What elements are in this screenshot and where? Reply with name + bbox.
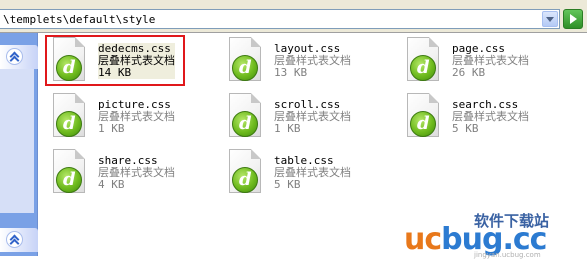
file-item[interactable]: picture.css 层叠样式表文档 1 KB (50, 93, 190, 143)
dreamweaver-css-file-icon (226, 37, 266, 85)
file-item[interactable]: search.css 层叠样式表文档 5 KB (404, 93, 544, 143)
dreamweaver-css-file-icon (404, 93, 444, 141)
selection-highlight (45, 35, 185, 86)
file-item[interactable]: page.css 层叠样式表文档 26 KB (404, 37, 544, 87)
go-arrow-icon[interactable] (563, 9, 583, 29)
watermark-brand-part1: uc (404, 222, 442, 257)
dreamweaver-css-file-icon (226, 149, 266, 197)
dreamweaver-css-file-icon (404, 37, 444, 85)
file-size: 26 KB (452, 66, 486, 79)
address-bar-container: \templets\default\style (0, 0, 587, 33)
task-pane (0, 33, 38, 256)
chevron-down-icon[interactable] (542, 11, 558, 27)
dreamweaver-css-file-icon (226, 93, 266, 141)
task-pane-body (0, 69, 34, 213)
watermark-domain: jingyan.ucbug.com (474, 251, 541, 259)
file-item[interactable]: share.css 层叠样式表文档 4 KB (50, 149, 190, 199)
task-pane-header[interactable] (0, 45, 38, 69)
double-chevron-up-icon[interactable] (6, 48, 23, 65)
watermark-logo: 软件下载站 ucbug.cc jingyan.ucbug.com (404, 208, 584, 259)
file-item[interactable]: table.css 层叠样式表文档 5 KB (226, 149, 366, 199)
file-item[interactable]: layout.css 层叠样式表文档 13 KB (226, 37, 366, 87)
file-size: 1 KB (274, 122, 301, 135)
file-size: 1 KB (98, 122, 125, 135)
file-size: 13 KB (274, 66, 308, 79)
dreamweaver-css-file-icon (50, 149, 90, 197)
dreamweaver-css-file-icon (50, 93, 90, 141)
address-path: \templets\default\style (3, 13, 156, 26)
file-size: 5 KB (452, 122, 479, 135)
file-size: 5 KB (274, 178, 301, 191)
double-chevron-up-icon[interactable] (6, 231, 23, 248)
task-pane-header[interactable] (0, 228, 38, 252)
file-size: 4 KB (98, 178, 125, 191)
address-field[interactable]: \templets\default\style (0, 9, 560, 29)
file-item[interactable]: scroll.css 层叠样式表文档 1 KB (226, 93, 366, 143)
